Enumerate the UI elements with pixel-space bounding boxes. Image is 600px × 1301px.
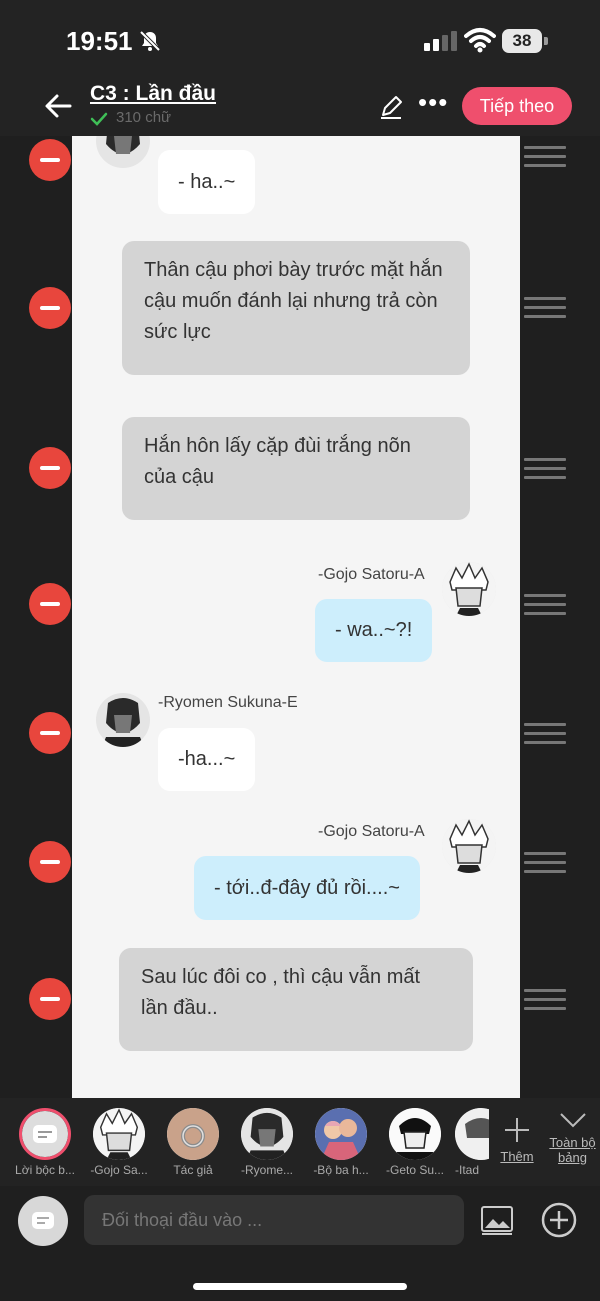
delete-message-button[interactable]	[29, 139, 71, 181]
add-character-button[interactable]: Thêm	[496, 1116, 538, 1164]
chapter-title[interactable]: C3 : Lần đầu	[90, 82, 216, 106]
narrator-icon	[32, 1212, 54, 1229]
delete-message-button[interactable]	[29, 978, 71, 1020]
drag-handle[interactable]	[524, 594, 566, 616]
drag-handle[interactable]	[524, 989, 566, 1011]
pencil-icon[interactable]	[378, 94, 404, 120]
character-label: -Itad	[455, 1163, 480, 1177]
chevron-down-icon	[559, 1113, 586, 1128]
dialogue-input[interactable]	[84, 1195, 464, 1245]
more-options-icon[interactable]: •••	[418, 89, 450, 120]
gojo-avatar	[442, 562, 496, 616]
home-indicator	[193, 1283, 407, 1290]
narrator-selector[interactable]	[18, 1196, 68, 1246]
battery-level: 38	[502, 29, 542, 53]
character-label: -Bộ ba h...	[313, 1163, 369, 1177]
message-bubble[interactable]: - tới..đ-đây đủ rồi....~	[194, 856, 420, 920]
character-narrator[interactable]: Lời bộc b...	[15, 1108, 75, 1177]
bell-muted-icon	[139, 30, 161, 52]
narrator-avatar	[19, 1108, 71, 1160]
narration-bubble[interactable]: Sau lúc đôi co , thì cậu vẫn mất lần đầu…	[119, 948, 473, 1051]
image-icon[interactable]	[480, 1204, 514, 1236]
character-label: Tác giả	[173, 1163, 213, 1177]
drag-handle[interactable]	[524, 458, 566, 480]
author-avatar	[167, 1108, 219, 1160]
check-icon	[90, 112, 108, 126]
character-trio[interactable]: -Bộ ba h...	[311, 1108, 371, 1177]
gojo-avatar	[442, 819, 496, 873]
wifi-icon	[464, 28, 496, 53]
drag-handle[interactable]	[524, 852, 566, 874]
delete-message-button[interactable]	[29, 583, 71, 625]
battery-indicator: 38	[502, 29, 548, 53]
character-geto[interactable]: -Geto Su...	[385, 1108, 445, 1177]
character-itadori[interactable]: -Itad	[455, 1108, 489, 1177]
all-characters-label: Toàn bộ bảng	[549, 1135, 596, 1165]
drag-handle[interactable]	[524, 723, 566, 745]
drag-handle[interactable]	[524, 146, 566, 168]
character-author[interactable]: Tác giả	[163, 1108, 223, 1177]
gojo-avatar	[93, 1108, 145, 1160]
character-label: Lời bộc b...	[15, 1163, 75, 1177]
plus-icon	[505, 1118, 529, 1142]
message-bubble[interactable]: -ha...~	[158, 728, 256, 791]
speaker-name: -Gojo Satoru-A	[318, 566, 425, 583]
delete-message-button[interactable]	[29, 447, 71, 489]
trio-avatar	[315, 1108, 367, 1160]
geto-avatar	[389, 1108, 441, 1160]
character-label: -Gojo Sa...	[90, 1163, 148, 1177]
message-bubble[interactable]: - ha..~	[158, 150, 256, 214]
chat-editor: - ha..~ Thân cậu phơi bày trước mặt hắn …	[0, 136, 600, 1098]
input-bar	[0, 1186, 600, 1301]
character-sukuna[interactable]: -Ryome...	[237, 1108, 297, 1177]
next-button[interactable]: Tiếp theo	[462, 87, 572, 125]
back-arrow-icon[interactable]	[42, 90, 74, 122]
battery-tip	[544, 37, 548, 45]
narration-bubble[interactable]: Hắn hôn lấy cặp đùi trắng nõn của cậu	[122, 417, 470, 520]
status-bar: 19:51 38	[0, 0, 600, 80]
add-character-label: Thêm	[500, 1149, 534, 1164]
delete-message-button[interactable]	[29, 841, 71, 883]
all-characters-button[interactable]: Toàn bộ bảng	[545, 1110, 600, 1165]
sukuna-avatar	[241, 1108, 293, 1160]
editor-header: C3 : Lần đầu 310 chữ ••• Tiếp theo	[0, 80, 600, 136]
add-circle-icon[interactable]	[540, 1201, 578, 1239]
speaker-name: -Gojo Satoru-A	[318, 823, 425, 840]
character-label: -Ryome...	[240, 1163, 293, 1177]
word-count: 310 chữ	[116, 109, 172, 126]
speaker-name: -Ryomen Sukuna-E	[158, 694, 298, 711]
itadori-avatar	[455, 1108, 489, 1160]
sukuna-avatar	[96, 693, 150, 747]
narration-bubble[interactable]: Thân cậu phơi bày trước mặt hắn cậu muốn…	[122, 241, 470, 375]
character-label: -Geto Su...	[385, 1163, 445, 1177]
message-bubble[interactable]: - wa..~?!	[315, 599, 433, 662]
delete-message-button[interactable]	[29, 712, 71, 754]
cellular-signal-icon	[424, 31, 457, 51]
character-gojo[interactable]: -Gojo Sa...	[89, 1108, 149, 1177]
character-bar: Lời bộc b... -Gojo Sa... Tác giả -Ryome.…	[0, 1098, 600, 1186]
delete-message-button[interactable]	[29, 287, 71, 329]
drag-handle[interactable]	[524, 297, 566, 319]
status-time: 19:51	[66, 26, 133, 56]
